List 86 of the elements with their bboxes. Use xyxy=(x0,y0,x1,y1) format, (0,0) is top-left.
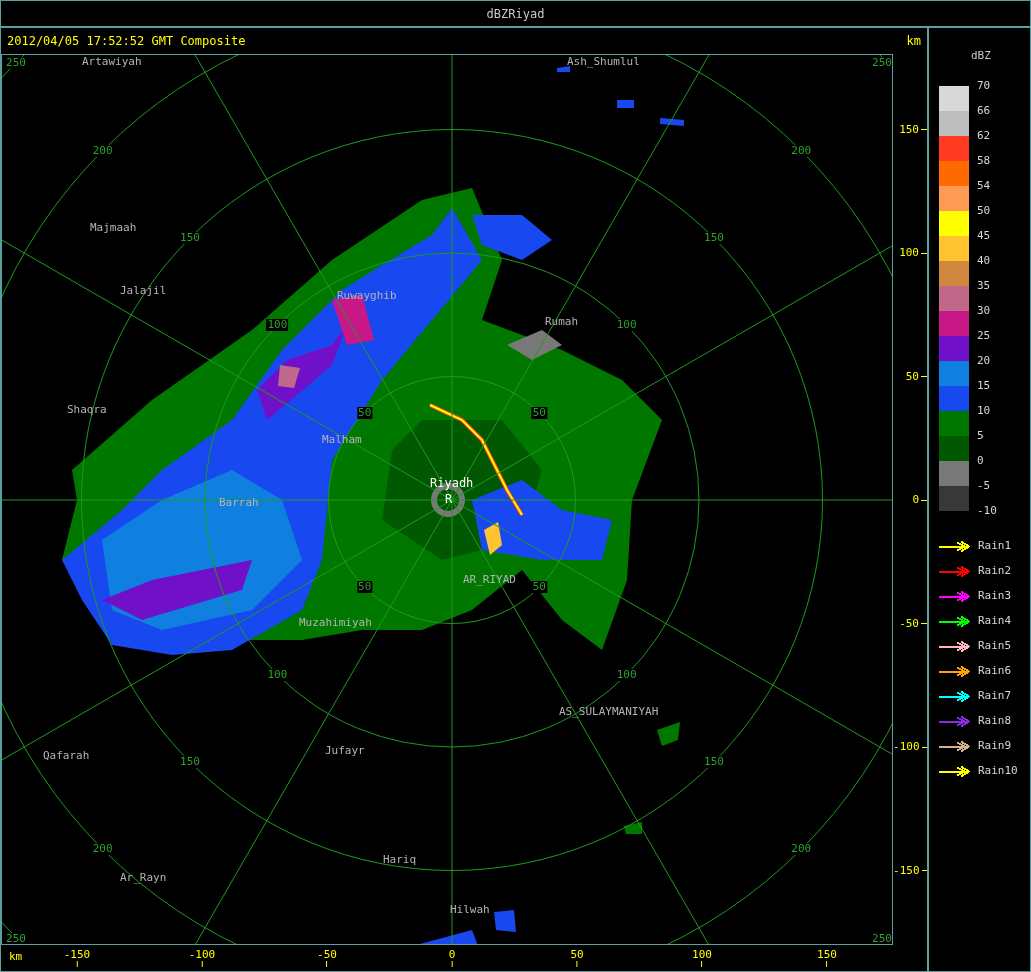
scale-label: 20 xyxy=(977,355,992,367)
station-label: R xyxy=(445,493,453,506)
place-label: Qafarah xyxy=(43,749,90,762)
axis-tick-label: 0 xyxy=(912,494,919,506)
range-ring-label: 100 xyxy=(266,668,289,681)
axis-tick-label: 50 xyxy=(570,949,584,961)
axis-tick-label: -100 xyxy=(188,949,216,961)
scale-label: 62 xyxy=(977,130,992,142)
scale-label: 70 xyxy=(977,80,992,92)
range-ring-label: 200 xyxy=(91,843,114,856)
scale-label: 45 xyxy=(977,230,992,242)
unit-label: km xyxy=(906,33,921,50)
tick-mark xyxy=(921,746,927,748)
range-ring-label: 200 xyxy=(91,144,114,157)
scale-label: 0 xyxy=(977,455,985,467)
axis-tick-label: -50 xyxy=(899,617,919,630)
range-ring-label: 150 xyxy=(179,755,201,768)
scale-label: 10 xyxy=(977,405,992,417)
timestamp-label: 2012/04/05 17:52:52 GMT Composite xyxy=(7,33,246,50)
track-label: Rain1 xyxy=(978,539,1012,552)
scale-label: 54 xyxy=(977,180,992,192)
station-label: Riyadh xyxy=(430,477,474,490)
track-label: Rain4 xyxy=(978,614,1012,627)
range-ring-label: 250 xyxy=(871,933,893,944)
axis-tick-label: 0 xyxy=(448,949,456,961)
place-label: Jufayr xyxy=(325,744,365,757)
range-ring-label: 200 xyxy=(790,843,813,856)
range-ring-label: 50 xyxy=(531,581,547,594)
range-ring-label: 100 xyxy=(615,668,638,681)
tick-mark xyxy=(921,870,927,871)
track-label: Rain2 xyxy=(978,564,1012,577)
scale-label: 58 xyxy=(977,155,992,167)
scale-label: -10 xyxy=(977,505,997,517)
place-label: Hariq xyxy=(383,853,417,866)
range-ring-label: 250 xyxy=(5,933,27,944)
axis-tick-label: 150 xyxy=(817,949,837,961)
range-ring-label: 250 xyxy=(871,57,893,69)
tick-mark xyxy=(921,129,927,130)
range-ring-label: 100 xyxy=(266,319,289,332)
range-ring-label: 150 xyxy=(703,755,725,768)
place-label: Ash_Shumlul xyxy=(567,55,640,68)
range-ring-label: 150 xyxy=(179,232,201,244)
range-ring-label: 200 xyxy=(790,144,813,157)
axis-tick-label: -50 xyxy=(317,949,337,961)
tick-mark xyxy=(921,252,927,254)
window-title: dBZRiyad xyxy=(486,5,545,23)
track-label: Rain3 xyxy=(978,589,1012,602)
scale-label: 25 xyxy=(977,330,992,342)
scale-label: 66 xyxy=(977,105,992,117)
track-label: Rain9 xyxy=(978,739,1012,752)
axis-tick-label: 100 xyxy=(692,949,712,961)
track-label: Rain10 xyxy=(978,764,1018,777)
place-label: Hilwah xyxy=(450,903,490,916)
track-label: Rain7 xyxy=(978,689,1012,702)
axis-tick-label: -150 xyxy=(63,949,91,961)
scale-label: 15 xyxy=(977,380,992,392)
scale-label: 35 xyxy=(977,280,992,292)
legend-title: dBZ xyxy=(971,50,992,62)
axis-tick-label: 100 xyxy=(899,247,919,259)
axis-tick-label: 150 xyxy=(899,123,919,136)
axis-tick-label: -150 xyxy=(893,864,920,877)
scale-label: -5 xyxy=(977,480,992,492)
range-ring-label: 150 xyxy=(703,232,725,244)
scale-label: 50 xyxy=(977,205,992,217)
place-label: Artawiyah xyxy=(82,55,142,68)
place-label: Shaqra xyxy=(67,403,107,416)
axis-tick-label: 50 xyxy=(905,370,919,383)
place-label: Rumah xyxy=(545,315,579,328)
place-label: Majmaah xyxy=(90,221,137,234)
tick-mark xyxy=(921,623,927,624)
scale-label: 30 xyxy=(977,305,992,317)
range-ring-label: 100 xyxy=(615,319,638,332)
range-ring-label: 50 xyxy=(357,581,373,594)
tick-mark xyxy=(921,499,927,501)
place-label: Muzahimiyah xyxy=(299,616,372,629)
unit-label: km xyxy=(9,951,23,963)
scale-label: 40 xyxy=(977,255,992,267)
tick-mark xyxy=(921,376,927,377)
scale-label: 5 xyxy=(977,430,985,442)
place-label: Jalajil xyxy=(120,284,167,297)
axis-tick-label: -100 xyxy=(893,741,920,753)
track-label: Rain6 xyxy=(978,664,1012,677)
track-label: Rain8 xyxy=(978,714,1012,727)
range-ring-label: 250 xyxy=(5,57,27,69)
place-label: Ar_Rayn xyxy=(120,871,167,884)
track-label: Rain5 xyxy=(978,639,1012,652)
